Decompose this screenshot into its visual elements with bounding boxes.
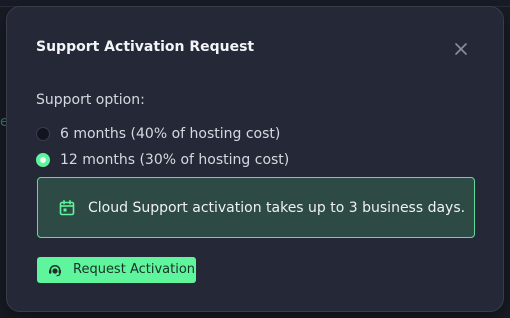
radio-button-selected[interactable] bbox=[36, 153, 50, 167]
request-activation-label: Request Activation bbox=[73, 262, 196, 277]
info-alert: Cloud Support activation takes up to 3 b… bbox=[37, 177, 475, 238]
modal-title: Support Activation Request bbox=[36, 39, 255, 55]
radio-option-12-months[interactable]: 12 months (30% of hosting cost) bbox=[36, 150, 289, 170]
radio-button-unselected[interactable] bbox=[36, 127, 50, 141]
radio-option-label: 12 months (30% of hosting cost) bbox=[60, 152, 290, 168]
support-activation-modal: Support Activation Request Support optio… bbox=[6, 6, 504, 312]
support-agent-icon bbox=[47, 262, 63, 278]
request-activation-button[interactable]: Request Activation bbox=[37, 257, 196, 283]
alert-message: Cloud Support activation takes up to 3 b… bbox=[88, 199, 466, 216]
calendar-icon bbox=[58, 199, 76, 217]
support-option-label: Support option: bbox=[36, 92, 145, 108]
close-icon[interactable] bbox=[453, 41, 469, 57]
radio-option-label: 6 months (40% of hosting cost) bbox=[60, 126, 281, 142]
radio-option-6-months[interactable]: 6 months (40% of hosting cost) bbox=[36, 124, 280, 144]
